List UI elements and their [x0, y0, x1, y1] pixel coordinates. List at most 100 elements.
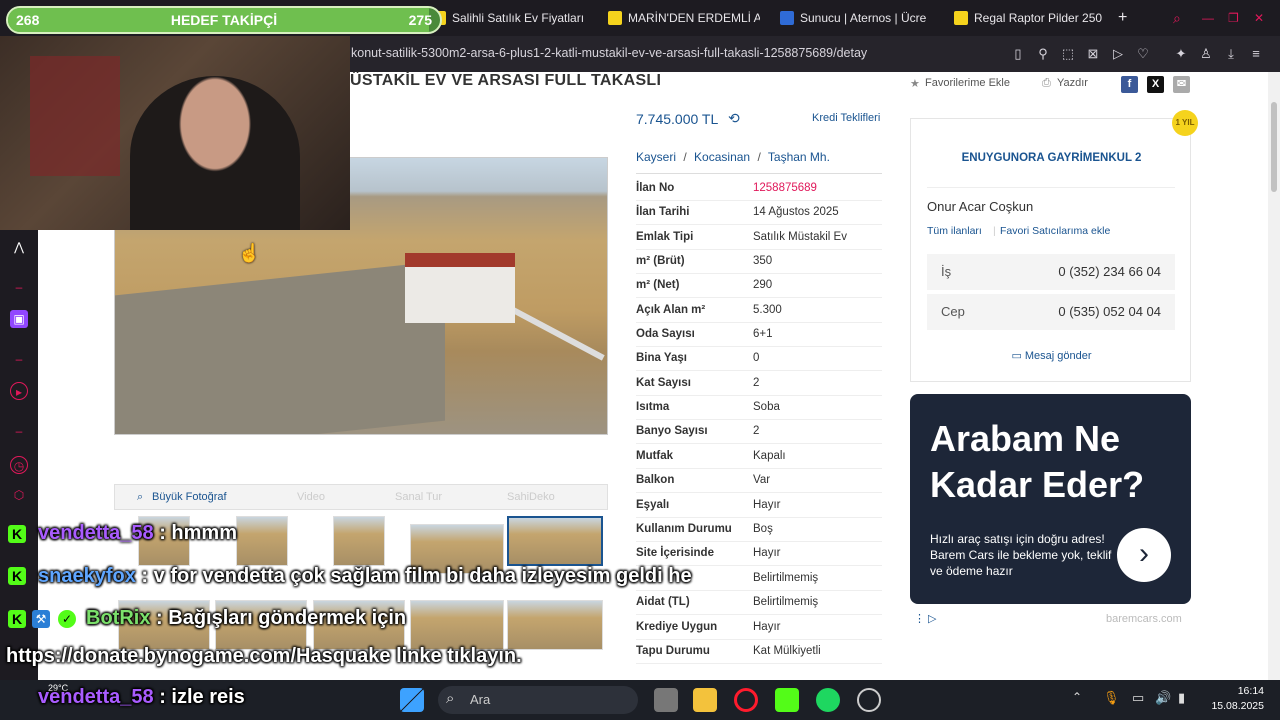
volume-icon[interactable]: 🔊	[1155, 690, 1171, 706]
task-view-icon[interactable]	[654, 688, 678, 712]
opera-gx-icon[interactable]	[734, 688, 758, 712]
tab-0[interactable]: Salihli Satılık Ev Fiyatları	[432, 6, 584, 30]
table-row: Kullanım Durumu Boş	[636, 518, 882, 542]
file-explorer-icon[interactable]	[693, 688, 717, 712]
kick-app-icon[interactable]	[775, 688, 799, 712]
divider	[927, 187, 1175, 188]
scrollbar[interactable]	[1268, 72, 1280, 680]
close-icon[interactable]: ✕	[1254, 6, 1264, 30]
send-message-button[interactable]: ▭ Mesaj gönder	[911, 349, 1192, 362]
table-row: Eşyalı Hayır	[636, 494, 882, 518]
tab-3[interactable]: Regal Raptor Pilder 250	[954, 6, 1106, 30]
streamer	[130, 76, 300, 230]
breadcrumb-district[interactable]: Kocasinan	[694, 150, 750, 164]
tab-2[interactable]: Sunucu | Aternos | Ücre	[780, 6, 932, 30]
windows-start-icon[interactable]	[400, 688, 424, 712]
photo-thumbnail-selected[interactable]	[507, 516, 603, 566]
extensions-icon[interactable]: ✦	[1173, 46, 1189, 62]
table-row: Emlak Tipi Satılık Müstakil Ev	[636, 226, 882, 250]
clock[interactable]: 16:14 15.08.2025	[1211, 684, 1264, 714]
aria-icon[interactable]: ⋀	[10, 238, 28, 256]
play-icon[interactable]: ▷	[1110, 46, 1126, 62]
search-tabs-icon[interactable]: ⌕	[1173, 6, 1181, 30]
arrow-right-icon[interactable]: ›	[1117, 528, 1171, 582]
search-placeholder: Ara	[470, 692, 491, 707]
phone-work: İş 0 (352) 234 66 04	[927, 254, 1175, 290]
url-field[interactable]: konut-satilik-5300m2-arsa-6-plus1-2-katl…	[351, 46, 867, 60]
x-icon[interactable]: X	[1147, 76, 1164, 93]
photo-thumbnail[interactable]	[333, 516, 385, 566]
chat-message: vendetta_58 : izle reis	[38, 686, 245, 708]
breadcrumb-neighborhood[interactable]: Taşhan Mh.	[768, 150, 830, 164]
divider-icon: –	[15, 424, 23, 438]
maximize-icon[interactable]: ❐	[1228, 6, 1239, 30]
sahibinden-icon	[954, 11, 968, 25]
goal-title: HEDEF TAKİPÇİ	[170, 12, 278, 28]
search-box[interactable]: ⌕ Ara	[438, 686, 638, 714]
verified-badge-icon: ✓	[58, 610, 76, 628]
mail-icon[interactable]: ✉	[1173, 76, 1190, 93]
clock-time: 16:14	[1237, 685, 1264, 697]
facebook-icon[interactable]: f	[1121, 76, 1138, 93]
photo-thumbnail[interactable]	[410, 600, 504, 650]
tab-sahideko[interactable]: SahiDeko	[507, 491, 555, 503]
credit-offers-link[interactable]: Kredi Teklifleri	[812, 112, 880, 124]
screenshot-icon[interactable]: ⬚	[1060, 46, 1076, 62]
sahibinden-icon	[608, 11, 622, 25]
pin-icon[interactable]: ⚲	[1035, 46, 1051, 62]
all-listings-link[interactable]: Tüm ilanları	[927, 225, 982, 237]
tab-video[interactable]: Video	[297, 491, 325, 503]
photo-thumbnail[interactable]	[236, 516, 288, 566]
print-link[interactable]: Yazdır	[1057, 77, 1088, 89]
scrollbar-thumb[interactable]	[1271, 102, 1277, 192]
spotify-icon[interactable]	[816, 688, 840, 712]
price-history-icon[interactable]: ⟲	[728, 110, 740, 127]
photo-thumbnail[interactable]	[507, 600, 603, 650]
chevron-up-icon[interactable]: ⌃	[1072, 690, 1082, 704]
clock-date: 15.08.2025	[1211, 700, 1264, 712]
chat-bubble-icon: ▭	[1011, 350, 1022, 362]
tab-label: Regal Raptor Pilder 250	[974, 11, 1103, 25]
breadcrumb-city[interactable]: Kayseri	[636, 150, 676, 164]
account-icon[interactable]: ♙	[1198, 46, 1214, 62]
heart-icon[interactable]: ♡	[1135, 46, 1151, 62]
photo-house	[405, 253, 515, 323]
menu-icon[interactable]: ≡	[1248, 46, 1264, 62]
table-row: Kat Sayısı 2	[636, 372, 882, 396]
tab-large-photo[interactable]: Büyük Fotoğraf	[152, 491, 227, 503]
seller-card: ENUYGUNORA GAYRİMENKUL 2 Onur Acar Coşku…	[910, 118, 1191, 382]
membership-badge: 1 YIL	[1172, 110, 1198, 136]
kick-icon: K	[8, 567, 26, 585]
webcam-overlay	[0, 36, 350, 230]
cube-icon[interactable]: ⬡	[10, 486, 28, 504]
player-icon[interactable]: ▸	[10, 382, 28, 400]
obs-icon[interactable]	[857, 688, 881, 712]
table-row: Site İçerisinde Hayır	[636, 542, 882, 566]
divider-icon: –	[15, 352, 23, 366]
table-row: Krediye Uygun Hayır	[636, 616, 882, 640]
microphone-icon[interactable]: 🎙	[1103, 690, 1120, 706]
sidebar-toggle-icon[interactable]: ▯	[1010, 46, 1026, 62]
twitch-icon[interactable]: ▣	[10, 310, 28, 328]
block-icon[interactable]: ⊠	[1085, 46, 1101, 62]
chat-message-continuation: https://donate.bynogame.com/Hasquake lin…	[6, 645, 522, 667]
minimize-icon[interactable]: —	[1202, 6, 1214, 30]
clock-icon[interactable]: ◷	[10, 456, 28, 474]
tab-virtual-tour[interactable]: Sanal Tur	[395, 491, 442, 503]
search-icon: ⌕	[446, 690, 455, 707]
agency-name[interactable]: ENUYGUNORA GAYRİMENKUL 2	[911, 152, 1192, 164]
photo-tabs: ⌕ Büyük Fotoğraf Video Sanal Tur SahiDek…	[114, 484, 608, 510]
download-icon[interactable]: ⤓	[1223, 46, 1239, 62]
ad-banner[interactable]: Arabam Ne Kadar Eder? Hızlı araç satışı …	[910, 394, 1191, 604]
new-tab-button[interactable]: +	[1118, 6, 1136, 30]
tab-label: Salihli Satılık Ev Fiyatları	[452, 11, 584, 25]
tab-1[interactable]: MARİN'DEN ERDEMLİ Aİ	[608, 6, 760, 30]
ad-choices-icon[interactable]: ⋮ ▷	[914, 612, 937, 625]
table-row: Aidat (TL) Belirtilmemiş	[636, 591, 882, 615]
display-icon[interactable]: ▭	[1132, 690, 1144, 706]
battery-icon[interactable]: ▮	[1178, 690, 1185, 706]
favorite-link[interactable]: Favorilerime Ekle	[925, 77, 1010, 89]
table-row: Balkon Var	[636, 469, 882, 493]
favorite-seller-link[interactable]: Favori Satıcılarıma ekle	[1000, 225, 1110, 237]
phone-mobile: Cep 0 (535) 052 04 04	[927, 294, 1175, 330]
